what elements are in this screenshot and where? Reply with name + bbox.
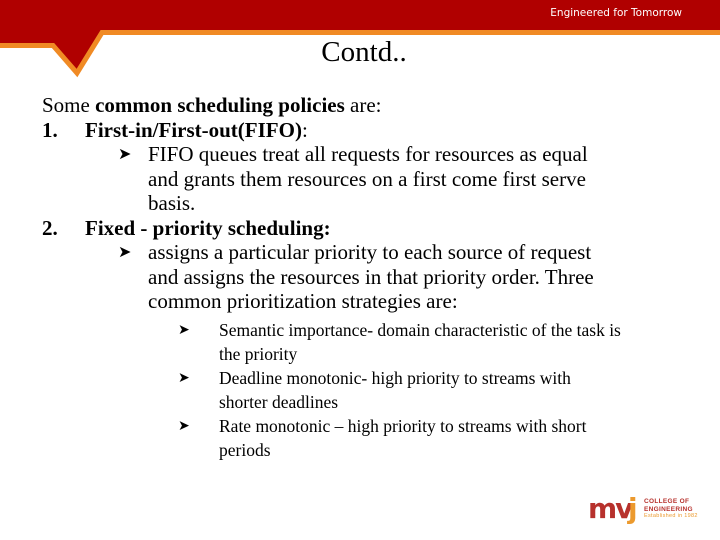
sub-bullet-line: Deadline monotonic- high priority to str… [219,367,571,388]
sub-bullet-line: shorter deadlines [219,391,339,412]
bullet-line: common prioritization strategies are: [148,289,458,313]
intro-text-end: are: [344,93,382,117]
list-number: 1. [42,117,58,142]
slide-body: Some common scheduling policies are: 1. F… [42,93,702,462]
logo-line-1: COLLEGE OF [644,498,690,505]
bullet-line: and assigns the resources in that priori… [148,264,594,289]
sub-bullet-semantic-importance: ➤ Semantic importance- domain characteri… [42,318,702,366]
intro-line: Some common scheduling policies are: [42,93,702,118]
list-item-2-bullet: ➤ assigns a particular priority to each … [42,240,702,314]
logo-line-3: Established in 1982 [644,513,698,519]
list-number: 2. [42,215,58,240]
sub-bullet-rate-monotonic: ➤ Rate monotonic – high priority to stre… [42,414,702,462]
bullet-line: and grants them resources on a first com… [148,166,586,191]
list-heading-bold: Fixed - priority scheduling: [85,215,331,240]
sub-bullet-deadline-monotonic: ➤ Deadline monotonic- high priority to s… [42,366,702,414]
arrow-bullet-icon: ➤ [178,321,190,338]
logo-line-2: ENGINEERING [644,505,693,513]
list-item-1-bullet: ➤ FIFO queues treat all requests for res… [42,142,702,216]
list-heading-tail: : [301,117,308,142]
list-heading-bold: First-in/First-out(FIFO) [85,117,302,142]
intro-text-start: Some [42,93,96,117]
bullet-line: assigns a particular priority to each so… [148,240,592,264]
sub-bullet-line: the priority [219,343,298,364]
arrow-bullet-icon: ➤ [118,242,132,261]
arrow-bullet-icon: ➤ [178,417,190,434]
sub-bullet-line: Rate monotonic – high priority to stream… [219,415,587,436]
arrow-bullet-icon: ➤ [178,369,190,386]
slide-title: Contd.. [321,36,407,68]
list-item-2-heading: 2. Fixed - priority scheduling: [42,216,702,241]
logo-wordmark: COLLEGE OF ENGINEERING Established in 19… [644,498,698,521]
sub-bullet-line: Semantic importance- domain characterist… [219,319,621,340]
header-tagline: Engineered for Tomorrow [550,7,682,19]
logo-mark-mv: mv [588,492,633,525]
list-item-1-heading: 1. First-in/First-out(FIFO): [42,118,702,143]
arrow-bullet-icon: ➤ [118,144,132,163]
college-logo: mv j COLLEGE OF ENGINEERING Established … [588,492,708,532]
sub-bullet-line: periods [219,439,271,460]
logo-mark-j: j [628,492,638,525]
intro-text-bold: common scheduling policies [95,93,345,117]
bullet-line: FIFO queues treat all requests for resou… [148,142,588,166]
bullet-line: basis. [148,191,196,215]
